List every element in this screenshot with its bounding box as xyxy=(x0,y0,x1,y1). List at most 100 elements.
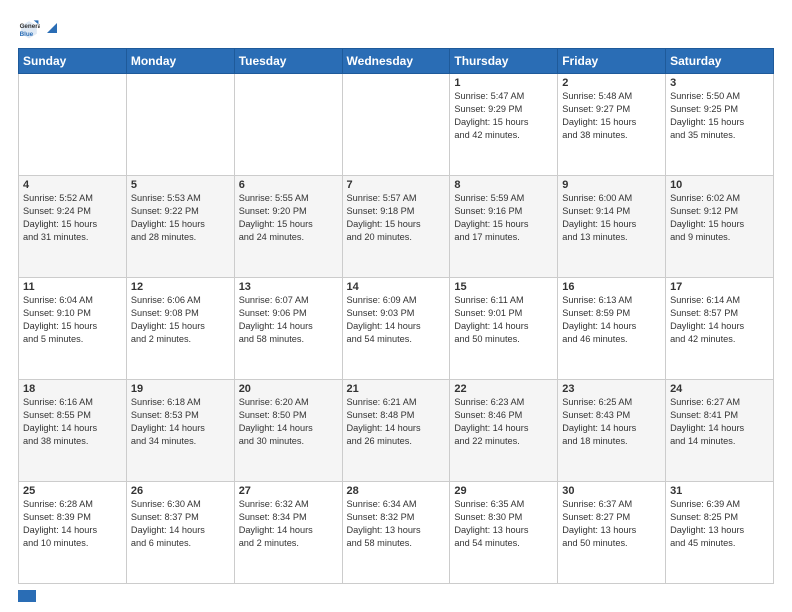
day-info: Sunrise: 6:16 AM Sunset: 8:55 PM Dayligh… xyxy=(23,396,122,448)
day-info: Sunrise: 6:23 AM Sunset: 8:46 PM Dayligh… xyxy=(454,396,553,448)
day-info: Sunrise: 5:53 AM Sunset: 9:22 PM Dayligh… xyxy=(131,192,230,244)
day-number: 30 xyxy=(562,485,661,497)
day-number: 28 xyxy=(347,485,446,497)
day-number: 20 xyxy=(239,383,338,395)
day-number: 29 xyxy=(454,485,553,497)
day-number: 27 xyxy=(239,485,338,497)
day-number: 18 xyxy=(23,383,122,395)
calendar-cell: 30Sunrise: 6:37 AM Sunset: 8:27 PM Dayli… xyxy=(558,482,666,584)
day-info: Sunrise: 6:06 AM Sunset: 9:08 PM Dayligh… xyxy=(131,294,230,346)
logo-triangle-icon xyxy=(45,21,59,35)
calendar-table: SundayMondayTuesdayWednesdayThursdayFrid… xyxy=(18,48,774,584)
day-number: 15 xyxy=(454,281,553,293)
day-number: 3 xyxy=(670,77,769,89)
page: General Blue SundayMondayTuesdayWednesda… xyxy=(0,0,792,612)
logo: General Blue xyxy=(18,18,59,40)
day-info: Sunrise: 5:48 AM Sunset: 9:27 PM Dayligh… xyxy=(562,90,661,142)
day-info: Sunrise: 6:37 AM Sunset: 8:27 PM Dayligh… xyxy=(562,498,661,550)
calendar-cell: 2Sunrise: 5:48 AM Sunset: 9:27 PM Daylig… xyxy=(558,74,666,176)
day-info: Sunrise: 6:14 AM Sunset: 8:57 PM Dayligh… xyxy=(670,294,769,346)
day-number: 26 xyxy=(131,485,230,497)
day-number: 10 xyxy=(670,179,769,191)
svg-text:General: General xyxy=(20,23,40,30)
calendar-header-row: SundayMondayTuesdayWednesdayThursdayFrid… xyxy=(19,49,774,74)
header-day-thursday: Thursday xyxy=(450,49,558,74)
day-number: 1 xyxy=(454,77,553,89)
week-row-3: 18Sunrise: 6:16 AM Sunset: 8:55 PM Dayli… xyxy=(19,380,774,482)
header: General Blue xyxy=(18,18,774,40)
calendar-cell xyxy=(234,74,342,176)
day-info: Sunrise: 6:07 AM Sunset: 9:06 PM Dayligh… xyxy=(239,294,338,346)
calendar-cell: 29Sunrise: 6:35 AM Sunset: 8:30 PM Dayli… xyxy=(450,482,558,584)
day-number: 25 xyxy=(23,485,122,497)
calendar-cell: 13Sunrise: 6:07 AM Sunset: 9:06 PM Dayli… xyxy=(234,278,342,380)
day-info: Sunrise: 6:25 AM Sunset: 8:43 PM Dayligh… xyxy=(562,396,661,448)
day-info: Sunrise: 6:18 AM Sunset: 8:53 PM Dayligh… xyxy=(131,396,230,448)
calendar-cell: 11Sunrise: 6:04 AM Sunset: 9:10 PM Dayli… xyxy=(19,278,127,380)
day-number: 16 xyxy=(562,281,661,293)
calendar-cell: 28Sunrise: 6:34 AM Sunset: 8:32 PM Dayli… xyxy=(342,482,450,584)
calendar-cell xyxy=(19,74,127,176)
calendar-cell: 16Sunrise: 6:13 AM Sunset: 8:59 PM Dayli… xyxy=(558,278,666,380)
day-info: Sunrise: 6:34 AM Sunset: 8:32 PM Dayligh… xyxy=(347,498,446,550)
day-number: 19 xyxy=(131,383,230,395)
day-number: 31 xyxy=(670,485,769,497)
calendar-cell: 26Sunrise: 6:30 AM Sunset: 8:37 PM Dayli… xyxy=(126,482,234,584)
day-number: 8 xyxy=(454,179,553,191)
day-info: Sunrise: 6:35 AM Sunset: 8:30 PM Dayligh… xyxy=(454,498,553,550)
legend-color-box xyxy=(18,590,36,602)
day-info: Sunrise: 6:11 AM Sunset: 9:01 PM Dayligh… xyxy=(454,294,553,346)
day-info: Sunrise: 6:27 AM Sunset: 8:41 PM Dayligh… xyxy=(670,396,769,448)
day-info: Sunrise: 6:09 AM Sunset: 9:03 PM Dayligh… xyxy=(347,294,446,346)
day-number: 21 xyxy=(347,383,446,395)
calendar-cell: 24Sunrise: 6:27 AM Sunset: 8:41 PM Dayli… xyxy=(666,380,774,482)
calendar-cell: 9Sunrise: 6:00 AM Sunset: 9:14 PM Daylig… xyxy=(558,176,666,278)
calendar-cell: 17Sunrise: 6:14 AM Sunset: 8:57 PM Dayli… xyxy=(666,278,774,380)
day-info: Sunrise: 6:39 AM Sunset: 8:25 PM Dayligh… xyxy=(670,498,769,550)
header-day-monday: Monday xyxy=(126,49,234,74)
header-day-wednesday: Wednesday xyxy=(342,49,450,74)
calendar-cell: 3Sunrise: 5:50 AM Sunset: 9:25 PM Daylig… xyxy=(666,74,774,176)
day-number: 11 xyxy=(23,281,122,293)
day-number: 23 xyxy=(562,383,661,395)
day-number: 2 xyxy=(562,77,661,89)
calendar-cell: 5Sunrise: 5:53 AM Sunset: 9:22 PM Daylig… xyxy=(126,176,234,278)
day-info: Sunrise: 6:04 AM Sunset: 9:10 PM Dayligh… xyxy=(23,294,122,346)
day-number: 22 xyxy=(454,383,553,395)
calendar-cell: 27Sunrise: 6:32 AM Sunset: 8:34 PM Dayli… xyxy=(234,482,342,584)
calendar-cell: 6Sunrise: 5:55 AM Sunset: 9:20 PM Daylig… xyxy=(234,176,342,278)
day-number: 14 xyxy=(347,281,446,293)
header-day-sunday: Sunday xyxy=(19,49,127,74)
day-info: Sunrise: 5:50 AM Sunset: 9:25 PM Dayligh… xyxy=(670,90,769,142)
day-info: Sunrise: 6:30 AM Sunset: 8:37 PM Dayligh… xyxy=(131,498,230,550)
day-number: 4 xyxy=(23,179,122,191)
day-info: Sunrise: 5:59 AM Sunset: 9:16 PM Dayligh… xyxy=(454,192,553,244)
day-info: Sunrise: 5:55 AM Sunset: 9:20 PM Dayligh… xyxy=(239,192,338,244)
calendar-cell: 22Sunrise: 6:23 AM Sunset: 8:46 PM Dayli… xyxy=(450,380,558,482)
day-info: Sunrise: 6:32 AM Sunset: 8:34 PM Dayligh… xyxy=(239,498,338,550)
generalblue-logo-icon: General Blue xyxy=(18,18,40,40)
week-row-0: 1Sunrise: 5:47 AM Sunset: 9:29 PM Daylig… xyxy=(19,74,774,176)
day-number: 7 xyxy=(347,179,446,191)
calendar-cell: 7Sunrise: 5:57 AM Sunset: 9:18 PM Daylig… xyxy=(342,176,450,278)
header-day-tuesday: Tuesday xyxy=(234,49,342,74)
calendar-cell xyxy=(126,74,234,176)
day-number: 5 xyxy=(131,179,230,191)
day-number: 24 xyxy=(670,383,769,395)
calendar-cell: 10Sunrise: 6:02 AM Sunset: 9:12 PM Dayli… xyxy=(666,176,774,278)
calendar-cell: 21Sunrise: 6:21 AM Sunset: 8:48 PM Dayli… xyxy=(342,380,450,482)
calendar-cell: 14Sunrise: 6:09 AM Sunset: 9:03 PM Dayli… xyxy=(342,278,450,380)
day-number: 6 xyxy=(239,179,338,191)
day-info: Sunrise: 6:20 AM Sunset: 8:50 PM Dayligh… xyxy=(239,396,338,448)
week-row-4: 25Sunrise: 6:28 AM Sunset: 8:39 PM Dayli… xyxy=(19,482,774,584)
day-info: Sunrise: 6:02 AM Sunset: 9:12 PM Dayligh… xyxy=(670,192,769,244)
calendar-cell: 31Sunrise: 6:39 AM Sunset: 8:25 PM Dayli… xyxy=(666,482,774,584)
header-day-friday: Friday xyxy=(558,49,666,74)
week-row-2: 11Sunrise: 6:04 AM Sunset: 9:10 PM Dayli… xyxy=(19,278,774,380)
calendar-cell xyxy=(342,74,450,176)
svg-text:Blue: Blue xyxy=(20,31,34,38)
calendar-cell: 25Sunrise: 6:28 AM Sunset: 8:39 PM Dayli… xyxy=(19,482,127,584)
day-info: Sunrise: 5:47 AM Sunset: 9:29 PM Dayligh… xyxy=(454,90,553,142)
day-number: 9 xyxy=(562,179,661,191)
logo-text xyxy=(44,21,59,37)
